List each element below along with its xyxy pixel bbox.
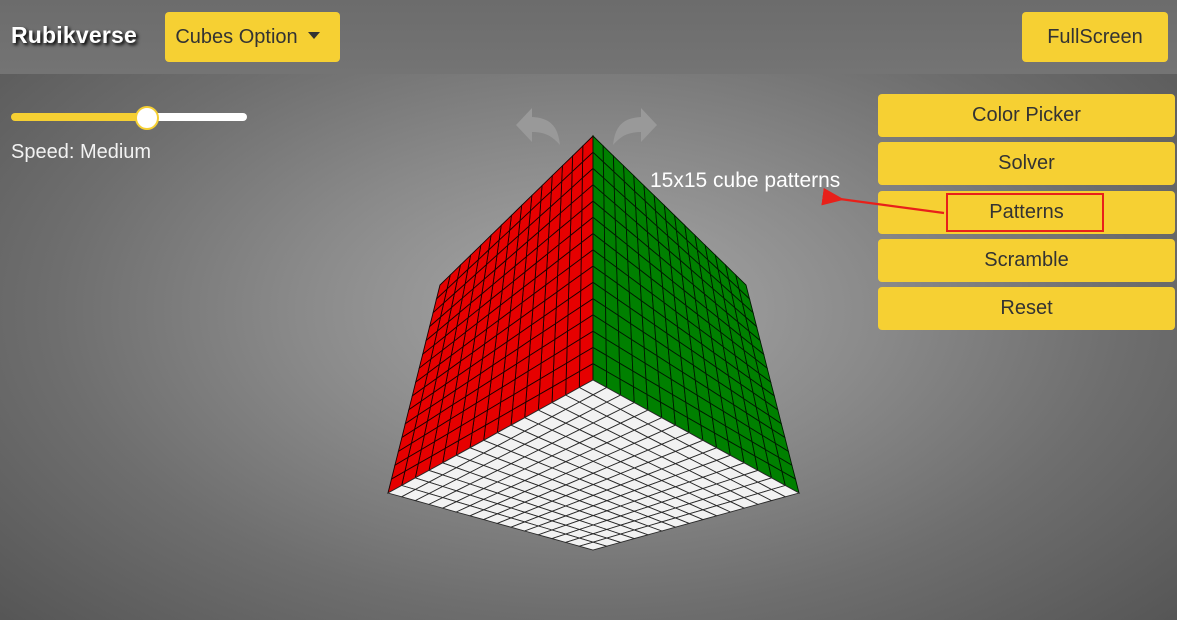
annotation-label: 15x15 cube patterns <box>650 169 841 192</box>
annotation-arrow <box>821 187 945 215</box>
rotate-right-arrow-icon[interactable] <box>613 108 657 145</box>
rubiks-cube-15x15[interactable] <box>386 134 801 551</box>
cube-canvas[interactable] <box>0 0 1177 620</box>
rotate-left-arrow-icon[interactable] <box>516 108 560 145</box>
